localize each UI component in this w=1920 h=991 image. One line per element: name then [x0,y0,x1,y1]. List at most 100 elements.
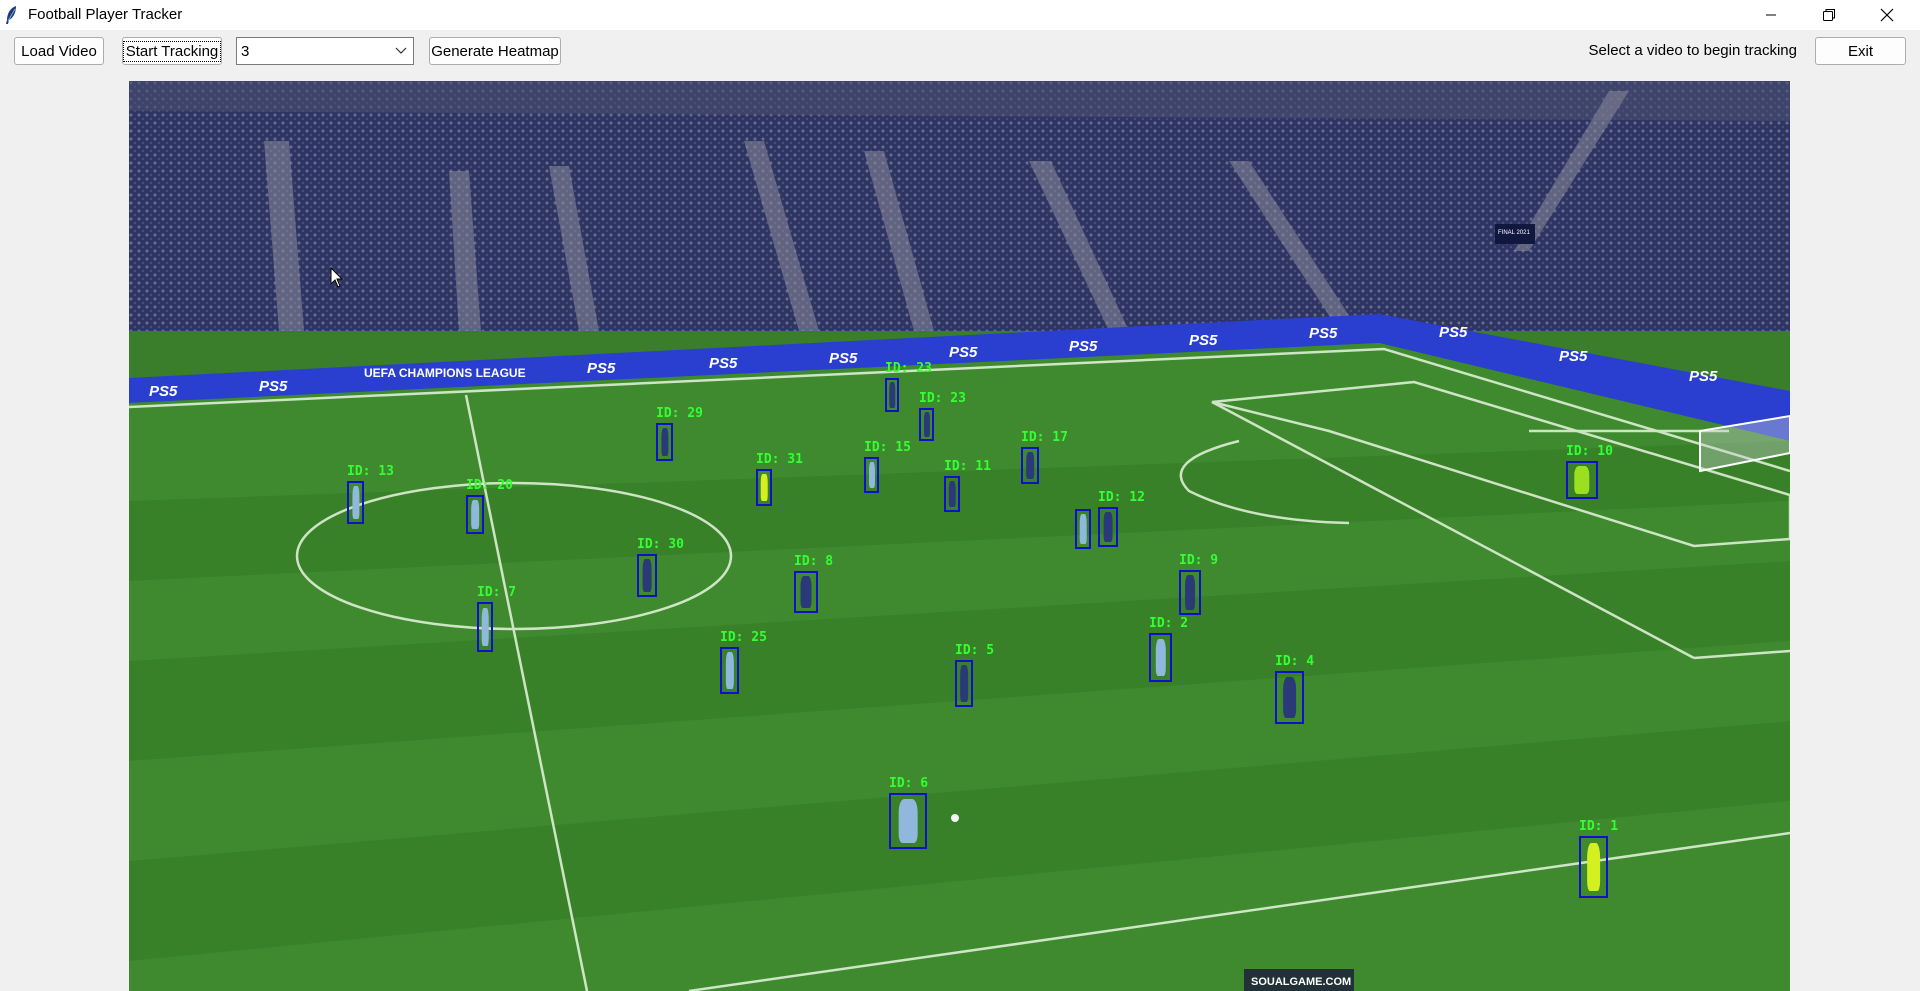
detection-label: ID: 29 [656,406,703,421]
detection-label: ID: 4 [1275,654,1315,669]
svg-text:PS5: PS5 [587,360,616,377]
detection-box [1579,836,1608,898]
video-frame: PS5 PS5 PS5 PS5 PS5 PS5 PS5 PS5 PS5 PS5 … [129,81,1790,991]
player-figure [1079,513,1087,545]
detection-label: ID: 1 [1579,819,1619,834]
ad-text: PS5 [149,383,178,400]
svg-text:PS5: PS5 [1689,368,1718,385]
player-figure [660,427,669,457]
svg-text:PS5: PS5 [709,355,738,372]
generate-heatmap-button[interactable]: Generate Heatmap [429,37,561,65]
player-figure [800,576,812,608]
detection-box [1098,507,1118,547]
svg-text:PS5: PS5 [1439,324,1468,341]
svg-text:PS5: PS5 [1069,338,1098,355]
detection-label: ID: 7 [477,585,517,600]
exit-label: Exit [1847,42,1873,60]
player-figure [923,412,930,437]
detection-label: ID: 31 [756,452,803,467]
player-figure [1026,451,1034,480]
player-figure [471,499,479,530]
chevron-down-icon [395,47,407,54]
player-figure [960,665,968,702]
minimize-button[interactable] [1742,0,1800,30]
player-figure [725,652,734,689]
close-button[interactable] [1858,0,1916,30]
start-tracking-button[interactable]: Start Tracking [122,37,222,65]
watermark-text: SOUALGAME.COM [1251,976,1351,988]
window-title: Football Player Tracker [28,6,183,23]
player-figure [481,607,489,647]
detection-box [1566,461,1598,499]
player-figure [889,382,895,408]
title-bar: Football Player Tracker [0,0,1920,30]
detection-box [1149,633,1172,682]
dropdown-value: 3 [241,43,250,60]
player-figure [1155,638,1166,677]
detection-label: ID: 12 [1098,490,1145,505]
status-text: Select a video to begin tracking [1588,42,1797,59]
detection-label: ID: 5 [955,643,995,658]
detection-label: ID: 13 [347,464,394,479]
detection-label: ID: 30 [637,537,684,552]
detection-label: ID: 10 [1566,444,1613,459]
player-figure [1586,842,1601,892]
detection-box [1179,570,1201,615]
detection-label: ID: 20 [466,478,513,493]
player-figure [898,799,918,843]
detection-label: ID: 8 [794,554,834,569]
svg-text:PS5: PS5 [1309,325,1338,342]
player-figure [868,461,875,489]
detection-box [864,457,879,493]
player-figure [760,473,768,502]
detection-label: ID: 23 [885,361,932,376]
exit-button[interactable]: Exit [1815,37,1906,65]
detection-box [794,571,818,613]
detection-box [477,602,493,652]
start-tracking-label: Start Tracking [122,40,222,62]
ball [951,814,959,822]
detection-label: ID: 2 [1149,616,1189,631]
detection-box [466,495,484,534]
load-video-button[interactable]: Load Video [14,37,104,65]
detection-label: ID: 15 [864,440,911,455]
detection-box [756,469,772,506]
restore-button[interactable] [1800,0,1858,30]
detection-label: ID: 11 [944,459,991,474]
close-icon [1880,8,1894,22]
player-figure [948,480,956,508]
detection-box [720,647,739,694]
detection-box [1275,671,1304,724]
detection-label: ID: 25 [720,630,767,645]
detection-box [955,660,973,707]
detection-box [885,378,899,412]
detection-box [1021,447,1039,484]
feather-icon [6,6,16,24]
detection-box [889,793,927,849]
player-figure [351,486,360,519]
detection-label: ID: 17 [1021,430,1068,445]
player-figure [1282,676,1297,719]
restore-icon [1823,9,1835,21]
generate-heatmap-label: Generate Heatmap [431,42,559,60]
svg-text:PS5: PS5 [1559,348,1588,365]
minimize-icon [1766,14,1776,16]
player-figure [642,559,652,592]
player-figure [1185,575,1195,610]
stadium-scene: PS5 PS5 PS5 PS5 PS5 PS5 PS5 PS5 PS5 PS5 … [129,81,1790,991]
player-figure [1574,465,1590,495]
svg-text:PS5: PS5 [949,344,978,361]
svg-text:PS5: PS5 [259,378,288,395]
detection-label: ID: 23 [919,391,966,406]
detection-box [347,481,364,524]
frame-skip-dropdown[interactable]: 3 [236,37,414,65]
detection-label: ID: 9 [1179,553,1219,568]
detection-box [637,554,657,597]
detection-box [656,423,673,461]
load-video-label: Load Video [21,42,97,60]
detection-box [944,476,960,512]
player-figure [1103,511,1113,543]
detection-box [1075,509,1091,549]
detection-box [919,408,934,441]
svg-text:PS5: PS5 [829,350,858,367]
